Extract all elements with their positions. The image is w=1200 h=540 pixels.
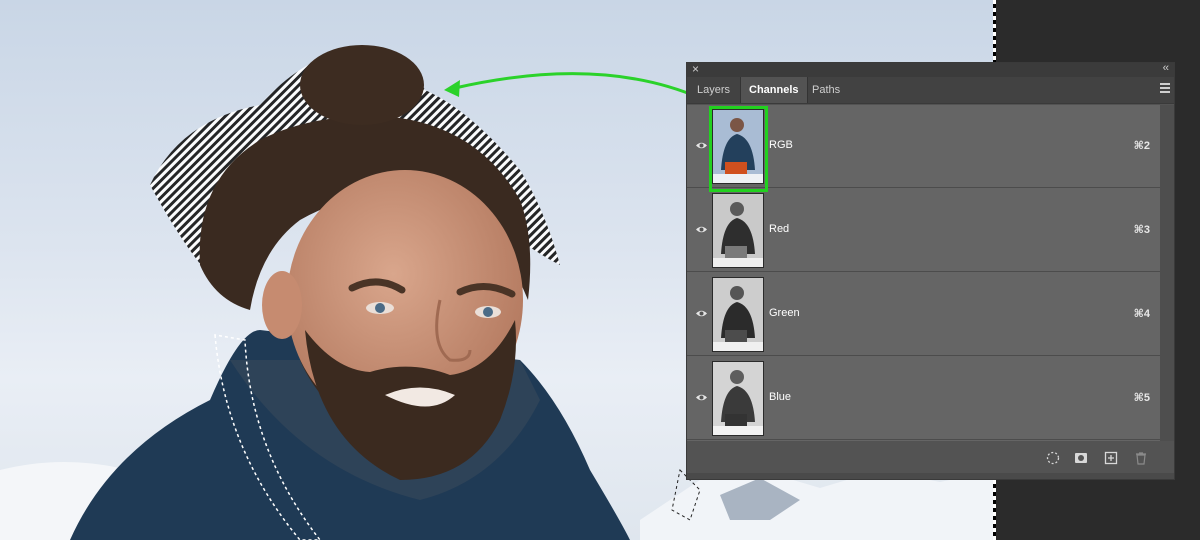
panel-resize-handle[interactable] bbox=[687, 473, 1174, 479]
arrow-head bbox=[444, 80, 460, 97]
tab-layers[interactable]: Layers bbox=[689, 77, 738, 103]
channel-row-red[interactable]: Red ⌘3 bbox=[687, 189, 1160, 272]
channel-thumbnail-blue bbox=[712, 361, 764, 436]
tab-channels[interactable]: Channels bbox=[740, 77, 808, 103]
panel-footer bbox=[687, 445, 1174, 471]
tab-paths[interactable]: Paths bbox=[804, 77, 848, 103]
annotation-arrow bbox=[454, 72, 701, 100]
panel-scrollbar[interactable] bbox=[1160, 105, 1174, 441]
channel-name: Blue bbox=[769, 391, 792, 403]
channel-name: Green bbox=[769, 307, 800, 319]
eye-icon[interactable] bbox=[695, 223, 708, 236]
right-iris bbox=[483, 307, 493, 317]
load-selection-icon[interactable] bbox=[1045, 450, 1061, 466]
double-chevron-icon[interactable]: ‹‹ bbox=[1163, 62, 1169, 74]
thumbnail-highlight-box bbox=[709, 106, 768, 192]
channel-name: Red bbox=[769, 223, 790, 235]
channel-thumbnail-green bbox=[712, 277, 764, 352]
eye-icon[interactable] bbox=[695, 139, 708, 152]
channels-panel: × ‹‹ Layers Channels Paths RGB ⌘2 Red ⌘3… bbox=[686, 62, 1175, 480]
hair-bun bbox=[300, 45, 424, 125]
snow-mountains bbox=[640, 470, 996, 540]
save-selection-icon[interactable] bbox=[1073, 450, 1089, 466]
eye-icon[interactable] bbox=[695, 307, 708, 320]
trash-icon[interactable] bbox=[1133, 450, 1149, 466]
channel-row-green[interactable]: Green ⌘4 bbox=[687, 273, 1160, 356]
channel-row-blue[interactable]: Blue ⌘5 bbox=[687, 357, 1160, 440]
left-iris bbox=[375, 303, 385, 313]
channel-shortcut: ⌘3 bbox=[1133, 224, 1150, 236]
channel-name: RGB bbox=[769, 139, 793, 151]
panel-title-bar[interactable]: × ‹‹ bbox=[687, 62, 1174, 77]
new-channel-icon[interactable] bbox=[1103, 450, 1119, 466]
channel-thumbnail-red bbox=[712, 193, 764, 268]
eye-icon[interactable] bbox=[695, 391, 708, 404]
close-icon[interactable]: × bbox=[692, 62, 699, 76]
channel-shortcut: ⌘4 bbox=[1133, 308, 1150, 320]
panel-menu-icon[interactable] bbox=[1160, 83, 1174, 95]
channel-shortcut: ⌘2 bbox=[1133, 140, 1150, 152]
panel-tab-bar: Layers Channels Paths bbox=[687, 77, 1174, 104]
ear bbox=[262, 271, 302, 339]
channel-shortcut: ⌘5 bbox=[1133, 392, 1150, 404]
